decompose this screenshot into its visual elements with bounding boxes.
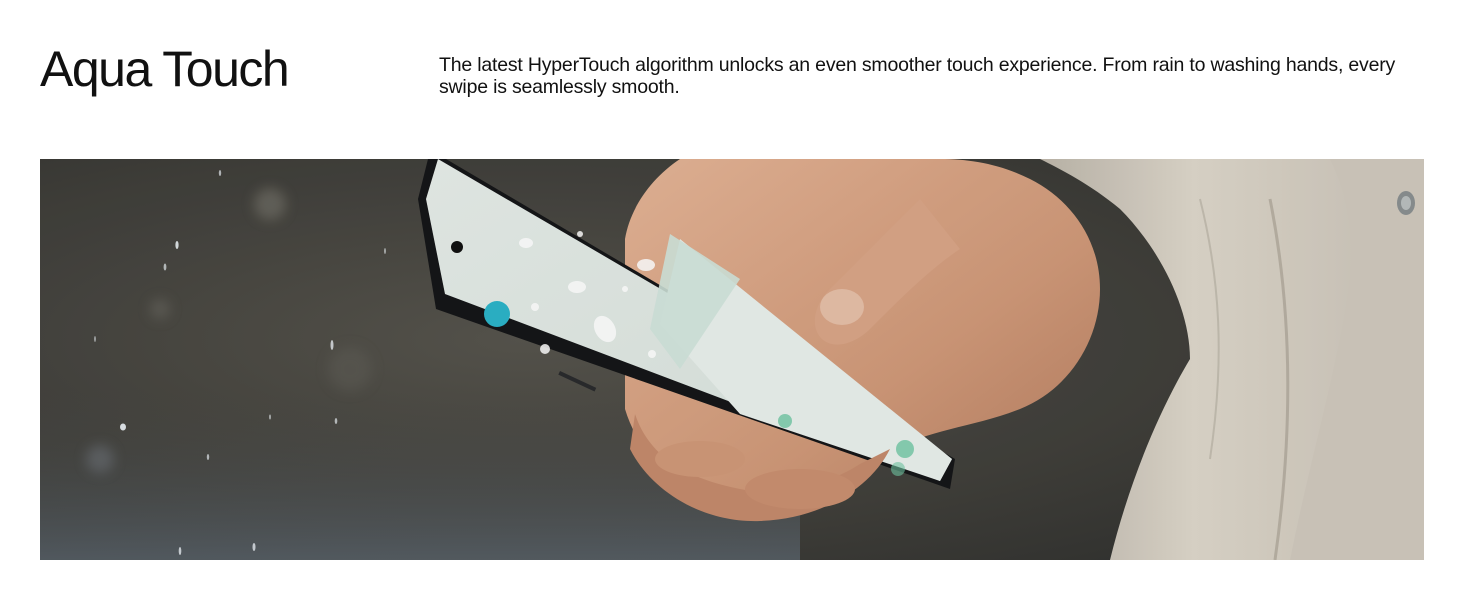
- hero-illustration: [40, 159, 1424, 560]
- aqua-touch-section: Aqua Touch The latest HyperTouch algorit…: [0, 0, 1464, 600]
- hero-image: [40, 159, 1424, 560]
- feature-title: Aqua Touch: [40, 41, 290, 97]
- feature-description: The latest HyperTouch algorithm unlocks …: [439, 54, 1396, 98]
